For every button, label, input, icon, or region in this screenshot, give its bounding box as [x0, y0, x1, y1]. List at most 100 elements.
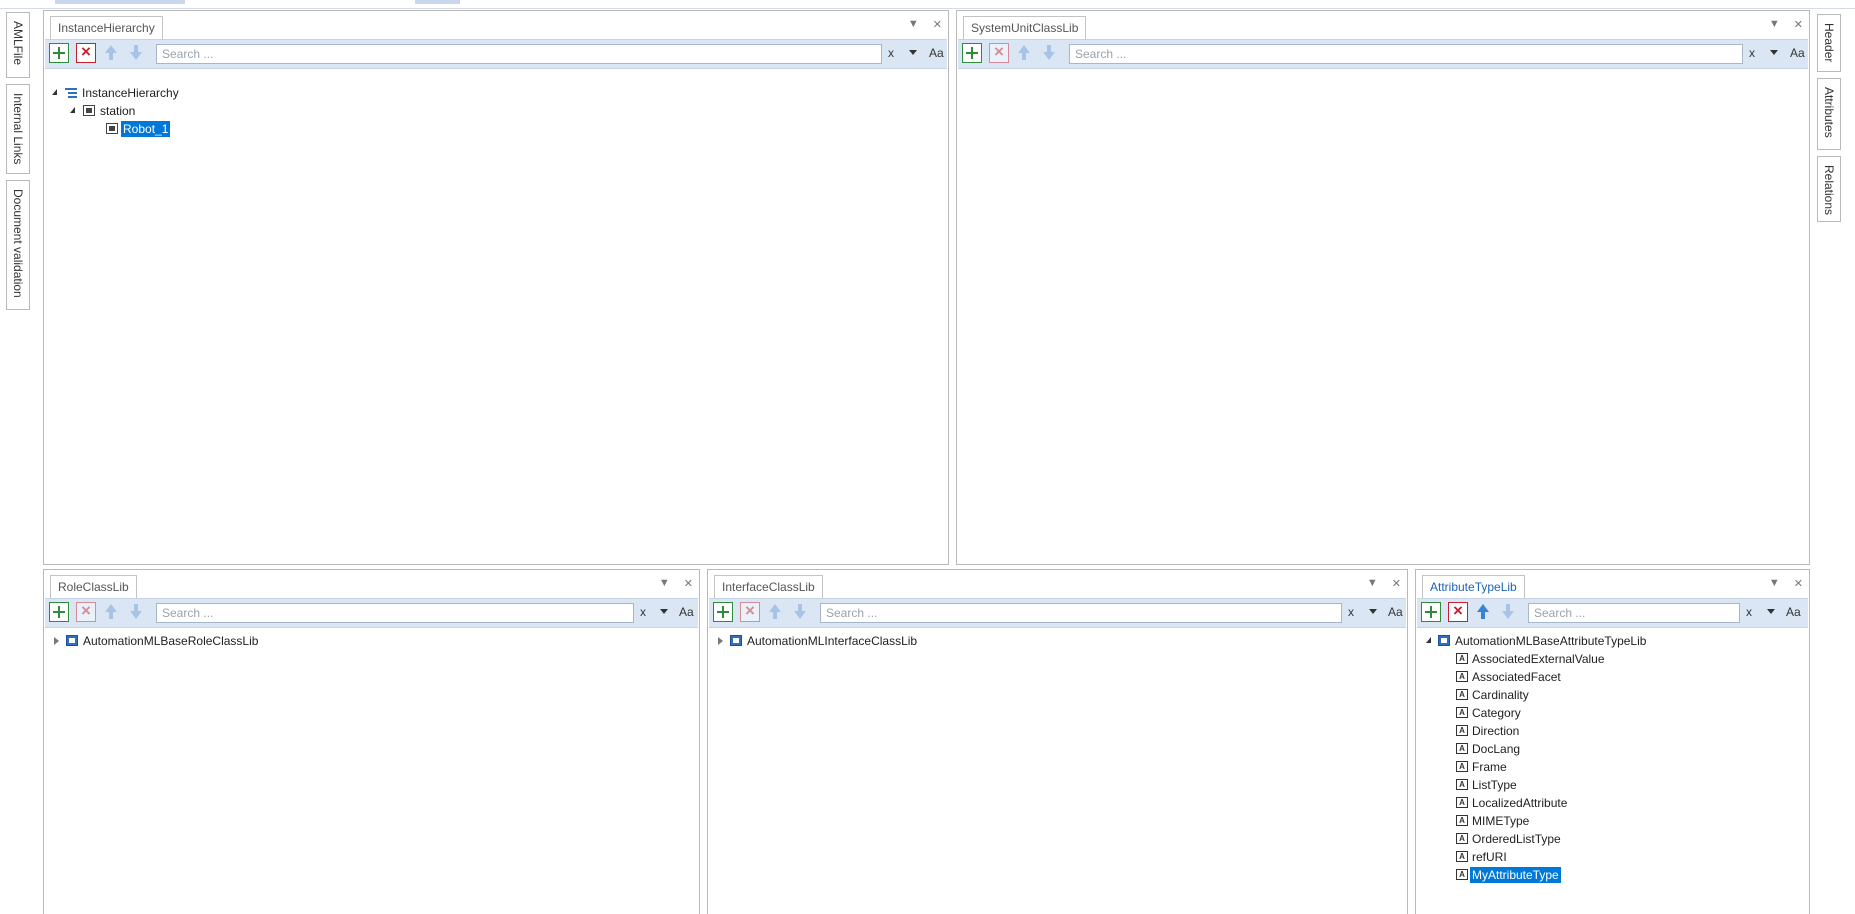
panel-menu-icon[interactable]: ▼	[1769, 18, 1780, 31]
library-icon	[66, 635, 78, 646]
attribute-type-icon: A	[1456, 725, 1468, 736]
attribute-type-icon: A	[1456, 707, 1468, 718]
tree-node[interactable]: InstanceHierarchy	[52, 85, 352, 101]
tree-node[interactable]: station	[70, 103, 370, 119]
expand-arrow-icon[interactable]	[70, 107, 75, 113]
delete-button[interactable]: ×	[740, 601, 760, 622]
panel-menu-icon[interactable]: ▼	[1367, 577, 1378, 590]
move-down-button[interactable]	[791, 602, 809, 622]
hierarchy-icon	[65, 87, 77, 99]
tree-node[interactable]: A AssociatedExternalValue	[1456, 651, 1756, 667]
clear-search-button[interactable]: x	[1746, 605, 1752, 619]
side-tab-amlfile[interactable]: AMLFile	[6, 12, 30, 78]
delete-button[interactable]: ×	[1448, 601, 1468, 622]
match-case-button[interactable]: Aa	[1786, 605, 1801, 619]
tab-attribute-type-lib[interactable]: AttributeTypeLib	[1422, 575, 1525, 598]
tree-node[interactable]: A MIMEType	[1456, 813, 1756, 829]
tree-node[interactable]: A MyAttributeType	[1456, 866, 1756, 884]
tree-node[interactable]: A ListType	[1456, 777, 1756, 793]
search-input[interactable]	[1069, 44, 1743, 64]
panel-menu-icon[interactable]: ▼	[1769, 577, 1780, 590]
search-options-dropdown[interactable]	[660, 609, 668, 614]
close-icon[interactable]: ✕	[1392, 577, 1401, 590]
search-input[interactable]	[1528, 603, 1740, 623]
tree-node[interactable]: AutomationMLBaseRoleClassLib	[54, 633, 354, 649]
search-options-dropdown[interactable]	[1767, 609, 1775, 614]
side-tab-attributes[interactable]: Attributes	[1817, 78, 1841, 150]
clear-search-button[interactable]: x	[1749, 46, 1755, 60]
side-tab-internal-links[interactable]: Internal Links	[6, 84, 30, 174]
collapse-arrow-icon[interactable]	[54, 637, 59, 645]
tree-node[interactable]: A LocalizedAttribute	[1456, 795, 1756, 811]
side-tab-relations[interactable]: Relations	[1817, 156, 1841, 222]
panel-header: InstanceHierarchy ▼ ✕	[44, 11, 948, 39]
side-tab-header[interactable]: Header	[1817, 14, 1841, 72]
move-down-button[interactable]	[127, 602, 145, 622]
clear-search-button[interactable]: x	[640, 605, 646, 619]
match-case-button[interactable]: Aa	[1790, 46, 1805, 60]
search-input[interactable]	[820, 603, 1342, 623]
attribute-type-lib-panel: AttributeTypeLib ▼ ✕ × x Aa AutomationML…	[1415, 569, 1810, 914]
move-down-button[interactable]	[1040, 43, 1058, 63]
search-options-dropdown[interactable]	[1369, 609, 1377, 614]
search-options-dropdown[interactable]	[909, 50, 917, 55]
tree-node[interactable]: ArefURI	[1456, 849, 1756, 865]
add-button[interactable]	[962, 43, 982, 63]
delete-button[interactable]: ×	[76, 601, 96, 622]
match-case-button[interactable]: Aa	[1388, 605, 1403, 619]
move-up-button[interactable]	[1474, 602, 1492, 622]
tree-node[interactable]: A OrderedListType	[1456, 831, 1756, 847]
attribute-type-icon: A	[1456, 671, 1468, 682]
tab-instance-hierarchy[interactable]: InstanceHierarchy	[50, 16, 163, 39]
add-button[interactable]	[49, 602, 69, 622]
move-down-button[interactable]	[1499, 602, 1517, 622]
match-case-button[interactable]: Aa	[929, 46, 944, 60]
collapse-arrow-icon[interactable]	[718, 637, 723, 645]
tree-node[interactable]: AutomationMLBaseAttributeTypeLib	[1426, 633, 1726, 649]
add-button[interactable]	[49, 43, 69, 63]
tree-node[interactable]: A AssociatedFacet	[1456, 669, 1756, 685]
add-button[interactable]	[1421, 602, 1441, 622]
tab-role-class-lib[interactable]: RoleClassLib	[50, 575, 137, 598]
move-up-button[interactable]	[1015, 43, 1033, 63]
move-up-button[interactable]	[102, 602, 120, 622]
tree-node-label: Category	[1472, 706, 1521, 720]
search-input[interactable]	[156, 44, 882, 64]
tree-node[interactable]: A Direction	[1456, 723, 1756, 739]
expand-arrow-icon[interactable]	[1426, 637, 1431, 643]
internal-element-icon	[106, 123, 118, 134]
attribute-type-icon: A	[1456, 779, 1468, 790]
move-up-button[interactable]	[766, 602, 784, 622]
close-icon[interactable]: ✕	[933, 18, 942, 31]
tree-node-label: MIMEType	[1472, 814, 1530, 828]
tab-system-unit-class-lib[interactable]: SystemUnitClassLib	[963, 16, 1087, 39]
role-class-lib-panel: RoleClassLib ▼ ✕ × x Aa AutomationMLBase…	[43, 569, 700, 914]
tab-interface-class-lib[interactable]: InterfaceClassLib	[714, 575, 823, 598]
panel-menu-icon[interactable]: ▼	[659, 577, 670, 590]
attribute-type-icon: A	[1456, 689, 1468, 700]
search-options-dropdown[interactable]	[1770, 50, 1778, 55]
tree-node[interactable]: AutomationMLInterfaceClassLib	[718, 633, 1018, 649]
tree-node[interactable]: A DocLang	[1456, 741, 1756, 757]
search-input[interactable]	[156, 603, 634, 623]
close-icon[interactable]: ✕	[1794, 577, 1803, 590]
expand-arrow-icon[interactable]	[52, 89, 57, 95]
tree-node[interactable]: A Cardinality	[1456, 687, 1756, 703]
delete-button[interactable]: ×	[989, 42, 1009, 63]
delete-button[interactable]: ×	[76, 42, 96, 63]
tree-node[interactable]: A Category	[1456, 705, 1756, 721]
tree-node[interactable]: Robot_1	[106, 120, 406, 138]
add-button[interactable]	[713, 602, 733, 622]
panel-toolbar: × x Aa	[1417, 598, 1808, 628]
panel-menu-icon[interactable]: ▼	[908, 18, 919, 31]
move-down-button[interactable]	[127, 43, 145, 63]
move-up-button[interactable]	[102, 43, 120, 63]
match-case-button[interactable]: Aa	[679, 605, 694, 619]
close-icon[interactable]: ✕	[684, 577, 693, 590]
clear-search-button[interactable]: x	[1348, 605, 1354, 619]
tree-node[interactable]: A Frame	[1456, 759, 1756, 775]
side-tab-document-validation[interactable]: Document validation	[6, 180, 30, 310]
tree-node-label: DocLang	[1472, 742, 1521, 756]
close-icon[interactable]: ✕	[1794, 18, 1803, 31]
clear-search-button[interactable]: x	[888, 46, 894, 60]
